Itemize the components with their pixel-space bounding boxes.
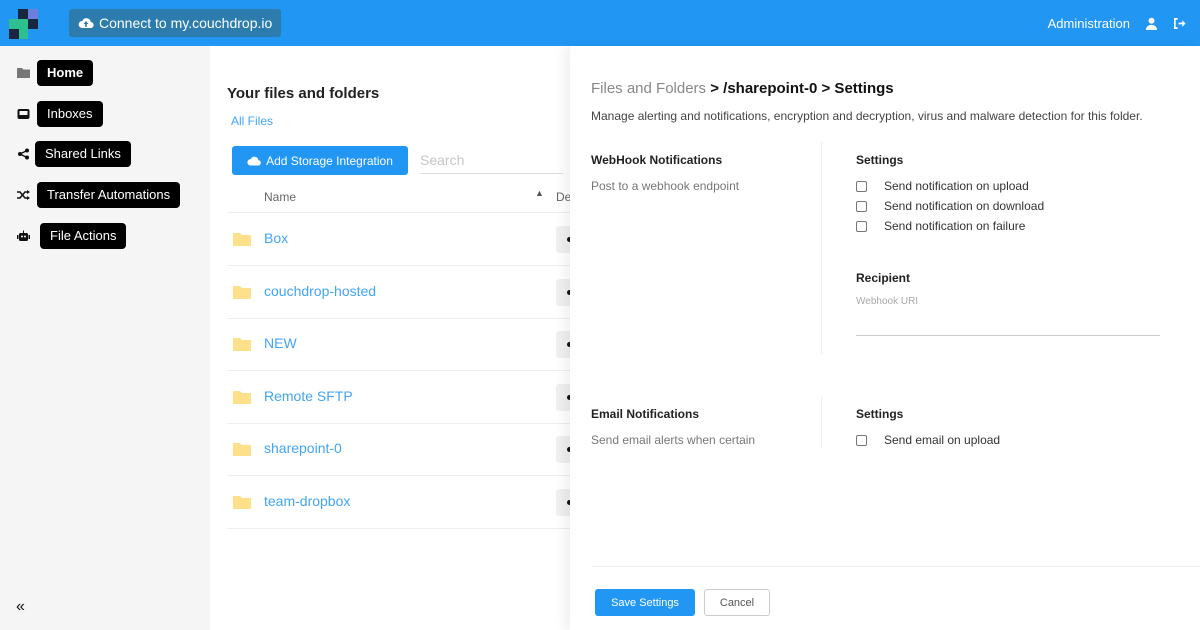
sidebar: Home Inboxes Shared Links Transfer Autom…	[0, 46, 210, 630]
connect-label: Connect to my.couchdrop.io	[99, 15, 273, 31]
inbox-icon	[16, 107, 30, 121]
webhook-failure-checkbox[interactable]: Send notification on failure	[856, 219, 1025, 233]
webhook-uri-input[interactable]	[856, 310, 1160, 336]
sidebar-item-label: Home	[37, 60, 94, 86]
breadcrumb-files-and-folders[interactable]: Files and Folders	[591, 80, 706, 97]
column-name[interactable]: Name	[264, 190, 296, 204]
cancel-button[interactable]: Cancel	[704, 589, 770, 616]
checkbox-label: Send notification on failure	[884, 219, 1026, 233]
robot-icon	[16, 229, 30, 243]
checkbox-label: Send email on upload	[884, 433, 1001, 447]
sidebar-item-file-actions[interactable]: File Actions	[0, 223, 127, 249]
table-header: Name ▲ De	[227, 183, 571, 213]
save-settings-button[interactable]: Save Settings	[595, 589, 695, 616]
folder-icon	[233, 391, 251, 404]
sidebar-item-inboxes[interactable]: Inboxes	[0, 101, 103, 127]
share-icon	[16, 147, 30, 161]
webhook-section-title: WebHook Notifications	[591, 153, 723, 167]
file-name[interactable]: sharepoint-0	[264, 440, 342, 456]
email-section-subtitle: Send email alerts when certain	[591, 433, 756, 447]
add-storage-integration-button[interactable]: Add Storage Integration	[232, 146, 408, 175]
sidebar-item-home[interactable]: Home	[0, 60, 94, 86]
footer-divider	[591, 566, 1200, 567]
webhook-settings-heading: Settings	[856, 153, 904, 167]
file-name[interactable]: NEW	[264, 335, 297, 351]
sidebar-item-transfer-automations[interactable]: Transfer Automations	[0, 182, 181, 208]
search-input[interactable]	[420, 146, 563, 174]
webhook-download-checkbox[interactable]: Send notification on download	[856, 199, 1044, 213]
email-section-title: Email Notifications	[591, 407, 700, 421]
user-icon[interactable]	[1144, 16, 1158, 30]
folder-icon	[16, 66, 30, 80]
checkbox[interactable]	[856, 200, 867, 212]
administration-link[interactable]: Administration	[1048, 16, 1130, 31]
sign-out-icon[interactable]	[1172, 16, 1186, 30]
table-row[interactable]: sharepoint-0	[227, 423, 576, 476]
panel-breadcrumb: Files and Folders > /sharepoint-0 > Sett…	[591, 80, 894, 97]
table-row[interactable]: team-dropbox	[227, 476, 576, 529]
checkbox-label: Send notification on download	[884, 199, 1045, 213]
add-storage-label: Add Storage Integration	[266, 153, 393, 168]
sidebar-item-label: Shared Links	[35, 141, 131, 167]
folder-icon	[233, 233, 251, 246]
checkbox[interactable]	[856, 180, 867, 192]
email-settings-heading: Settings	[856, 407, 904, 421]
webhook-section-subtitle: Post to a webhook endpoint	[591, 179, 740, 193]
couchdrop-logo[interactable]	[9, 9, 39, 39]
breadcrumb-current: > /sharepoint-0 > Settings	[706, 80, 894, 97]
table-row[interactable]: Remote SFTP	[227, 371, 576, 424]
collapse-sidebar-icon[interactable]: «	[16, 598, 25, 616]
file-name[interactable]: Remote SFTP	[264, 388, 353, 404]
table-row[interactable]: Box	[227, 213, 576, 266]
file-name[interactable]: Box	[264, 230, 288, 246]
sidebar-item-label: Transfer Automations	[37, 182, 181, 208]
email-upload-checkbox[interactable]: Send email on upload	[856, 433, 1000, 447]
sidebar-item-label: File Actions	[40, 223, 127, 249]
shuffle-icon	[16, 188, 30, 202]
connect-couchdrop-button[interactable]: Connect to my.couchdrop.io	[69, 9, 282, 37]
checkbox-label: Send notification on upload	[884, 179, 1029, 193]
webhook-upload-checkbox[interactable]: Send notification on upload	[856, 179, 1029, 193]
file-name[interactable]: couchdrop-hosted	[264, 283, 376, 299]
folder-icon	[233, 286, 251, 299]
section-divider	[821, 142, 822, 354]
file-name[interactable]: team-dropbox	[264, 493, 350, 509]
table-row[interactable]: NEW	[227, 318, 576, 371]
sidebar-item-label: Inboxes	[37, 101, 103, 127]
cloud-icon	[247, 156, 261, 166]
webhook-uri-label: Webhook URI	[856, 296, 919, 307]
checkbox[interactable]	[856, 220, 867, 232]
breadcrumb-all-files[interactable]: All Files	[231, 114, 273, 128]
panel-description: Manage alerting and notifications, encry…	[591, 109, 1143, 123]
file-browser: Your files and folders All Files Add Sto…	[210, 46, 576, 630]
sidebar-item-shared-links[interactable]: Shared Links	[0, 141, 131, 167]
top-bar: Connect to my.couchdrop.io Administratio…	[0, 0, 1200, 46]
recipient-heading: Recipient	[856, 271, 911, 285]
folder-settings-panel: Files and Folders > /sharepoint-0 > Sett…	[570, 46, 1200, 630]
page-title: Your files and folders	[227, 85, 380, 102]
folder-icon	[233, 496, 251, 509]
table-row[interactable]: couchdrop-hosted	[227, 266, 576, 319]
checkbox[interactable]	[856, 434, 867, 446]
section-divider	[821, 396, 822, 448]
cloud-upload-icon	[78, 18, 94, 29]
sort-ascending-icon[interactable]: ▲	[535, 188, 544, 198]
folder-icon	[233, 338, 251, 351]
folder-icon	[233, 443, 251, 456]
